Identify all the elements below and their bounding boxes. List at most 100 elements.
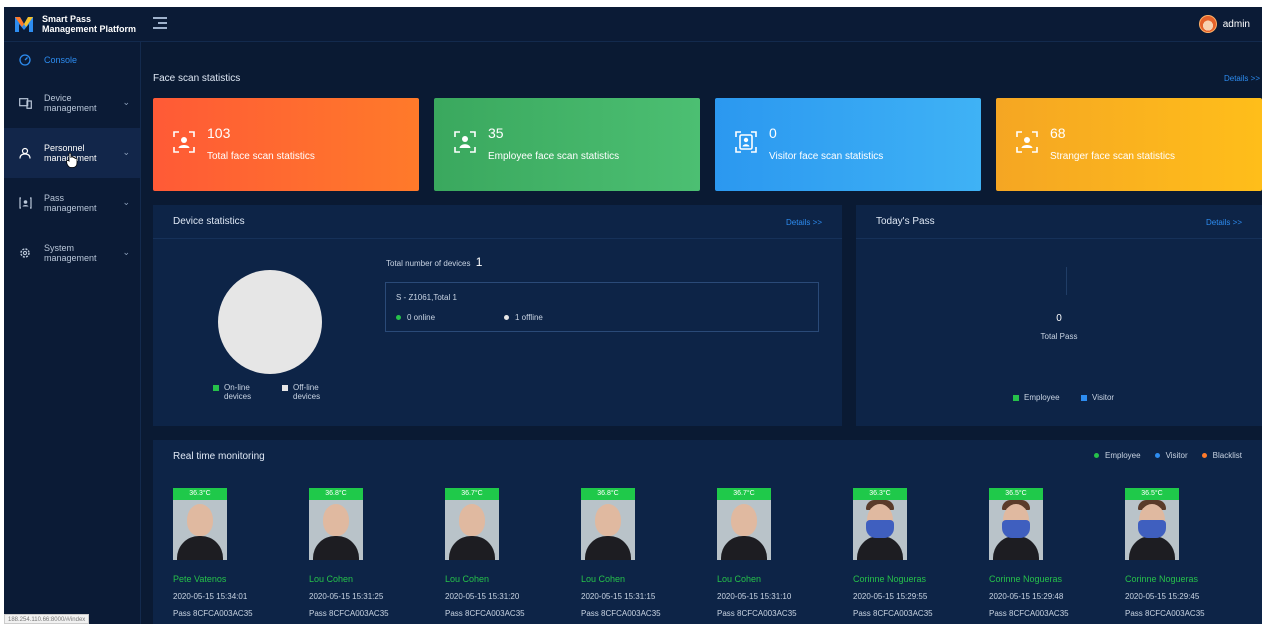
sidebar-item-personnel-management[interactable]: Personnel management ⌄ — [4, 128, 140, 178]
pass-chart-placeholder — [1066, 267, 1067, 295]
app-title-line2: Management Platform — [42, 24, 137, 34]
pass-id: Pass 8CFCA003AC35 — [309, 609, 389, 618]
face-snapshot[interactable]: 36.3°C — [853, 488, 907, 560]
sidebar-item-label: Console — [44, 55, 78, 65]
list-item[interactable]: 36.8°C Lou Cohen 2020-05-15 15:31:25 Pass 8… — [289, 488, 399, 618]
mask-shape — [866, 520, 894, 538]
shoulders-shape — [1129, 536, 1175, 560]
top-bar: Smart Pass Management Platform admin — [4, 7, 1262, 42]
face-shape — [323, 504, 349, 536]
temperature-badge: 36.8°C — [309, 488, 363, 500]
pass-time: 2020-05-15 15:31:25 — [309, 592, 384, 601]
dashboard-icon — [18, 53, 32, 67]
face-snapshot[interactable]: 36.3°C — [173, 488, 227, 560]
face-snapshot[interactable]: 36.5°C — [1125, 488, 1179, 560]
list-item[interactable]: 36.5°C Corinne Nogueras 2020-05-15 15:29:4… — [1105, 488, 1215, 618]
shoulders-shape — [993, 536, 1039, 560]
temperature-badge: 36.7°C — [445, 488, 499, 500]
total-face-scan-card[interactable]: 103 Total face scan statistics — [153, 98, 419, 191]
personnel-icon — [18, 146, 32, 160]
online-dot-icon — [396, 315, 401, 321]
pass-time: 2020-05-15 15:31:20 — [445, 592, 520, 601]
menu-collapse-icon[interactable] — [153, 17, 167, 31]
person-name: Corinne Nogueras — [1125, 574, 1199, 584]
sidebar-item-label: System management — [44, 243, 97, 263]
shoulders-shape — [177, 536, 223, 560]
sidebar-item-pass-management[interactable]: Pass management ⌄ — [4, 178, 140, 228]
realtime-monitoring-title: Real time monitoring — [173, 451, 265, 462]
pass-id: Pass 8CFCA003AC35 — [989, 609, 1069, 618]
employee-legend-swatch — [1013, 395, 1019, 401]
offline-text: 1 offline — [515, 313, 543, 322]
pass-icon — [18, 196, 32, 210]
user-menu[interactable]: admin — [1198, 15, 1250, 33]
list-item[interactable]: 36.7°C Lou Cohen 2020-05-15 15:31:20 Pass 8… — [425, 488, 535, 618]
person-name: Corinne Nogueras — [989, 574, 1063, 584]
offline-dot-icon — [504, 315, 509, 321]
legend-visitor-label: Visitor — [1092, 393, 1115, 402]
pass-time: 2020-05-15 15:31:15 — [581, 592, 656, 601]
list-item[interactable]: 36.8°C Lou Cohen 2020-05-15 15:31:15 Pass 8… — [561, 488, 671, 618]
device-group-card[interactable]: S - Z1061,Total 1 0 online 1 offline — [385, 282, 819, 332]
stranger-scan-icon — [1016, 131, 1038, 153]
shoulders-shape — [857, 536, 903, 560]
total-pass-label: Total Pass — [1040, 332, 1078, 341]
hand-cursor-icon — [66, 152, 78, 168]
face-snapshot[interactable]: 36.7°C — [717, 488, 771, 560]
face-shape — [459, 504, 485, 536]
realtime-monitoring-panel: Real time monitoring Employee Visitor Bl… — [153, 440, 1262, 624]
person-name: Lou Cohen — [309, 574, 354, 584]
person-name: Corinne Nogueras — [853, 574, 927, 584]
face-shape — [595, 504, 621, 536]
total-devices: Total number of devices 1 — [386, 255, 482, 269]
list-item[interactable]: 36.3°C Corinne Nogueras 2020-05-15 15:29:5… — [833, 488, 943, 618]
device-group-name: S - Z1061,Total 1 — [396, 293, 457, 302]
list-item[interactable]: 36.3°C Pete Vatenos 2020-05-15 15:34:01 Pas… — [153, 488, 263, 618]
list-item[interactable]: 36.7°C Lou Cohen 2020-05-15 15:31:10 Pass 8… — [697, 488, 807, 618]
list-item[interactable]: 36.5°C Corinne Nogueras 2020-05-15 15:29:4… — [969, 488, 1079, 618]
legend-employee: Employee — [1013, 393, 1060, 402]
temperature-badge: 36.7°C — [717, 488, 771, 500]
employee-face-scan-card[interactable]: 35 Employee face scan statistics — [434, 98, 700, 191]
sidebar-item-system-management[interactable]: System management ⌄ — [4, 228, 140, 278]
pass-id: Pass 8CFCA003AC35 — [717, 609, 797, 618]
face-snapshot[interactable]: 36.8°C — [309, 488, 363, 560]
app-title: Smart Pass Management Platform — [42, 14, 136, 34]
face-snapshot[interactable]: 36.8°C — [581, 488, 635, 560]
legend-visitor: Visitor — [1081, 393, 1114, 402]
device-statistics-title: Device statistics — [173, 216, 245, 227]
device-details-link[interactable]: Details >> — [786, 218, 822, 227]
legend-visitor-label: Visitor — [1165, 451, 1188, 460]
sidebar-item-label: Device management — [44, 93, 97, 113]
face-shape — [731, 504, 757, 536]
sidebar-item-device-management[interactable]: Device management ⌄ — [4, 78, 140, 128]
stranger-face-scan-card[interactable]: 68 Stranger face scan statistics — [996, 98, 1262, 191]
face-shape — [187, 504, 213, 536]
person-name: Pete Vatenos — [173, 574, 227, 584]
sidebar-item-console[interactable]: Console — [4, 42, 140, 78]
offline-legend-swatch — [282, 385, 288, 391]
online-legend-swatch — [213, 385, 219, 391]
shoulders-shape — [721, 536, 767, 560]
temperature-badge: 36.5°C — [989, 488, 1043, 500]
device-statistics-panel: Device statistics Details >> On-line dev… — [153, 205, 842, 426]
app-logo-icon — [15, 17, 33, 32]
face-snapshot[interactable]: 36.7°C — [445, 488, 499, 560]
visitor-legend-swatch — [1081, 395, 1087, 401]
sidebar-item-label: Pass management — [44, 193, 97, 213]
chevron-down-icon: ⌄ — [122, 147, 130, 157]
pass-id: Pass 8CFCA003AC35 — [853, 609, 933, 618]
pass-time: 2020-05-15 15:31:10 — [717, 592, 792, 601]
temperature-badge: 36.8°C — [581, 488, 635, 500]
face-scan-details-link[interactable]: Details >> — [1224, 74, 1260, 83]
visitor-face-scan-card[interactable]: 0 Visitor face scan statistics — [715, 98, 981, 191]
visitor-dot-icon — [1154, 453, 1160, 458]
mask-shape — [1138, 520, 1166, 538]
pass-time: 2020-05-15 15:29:48 — [989, 592, 1064, 601]
main-content: Face scan statistics Details >> 103 Tota… — [141, 42, 1262, 624]
chevron-down-icon: ⌄ — [122, 247, 130, 257]
pass-details-link[interactable]: Details >> — [1206, 218, 1242, 227]
face-snapshot[interactable]: 36.5°C — [989, 488, 1043, 560]
employee-scan-icon — [454, 131, 476, 153]
pass-time: 2020-05-15 15:34:01 — [173, 592, 248, 601]
